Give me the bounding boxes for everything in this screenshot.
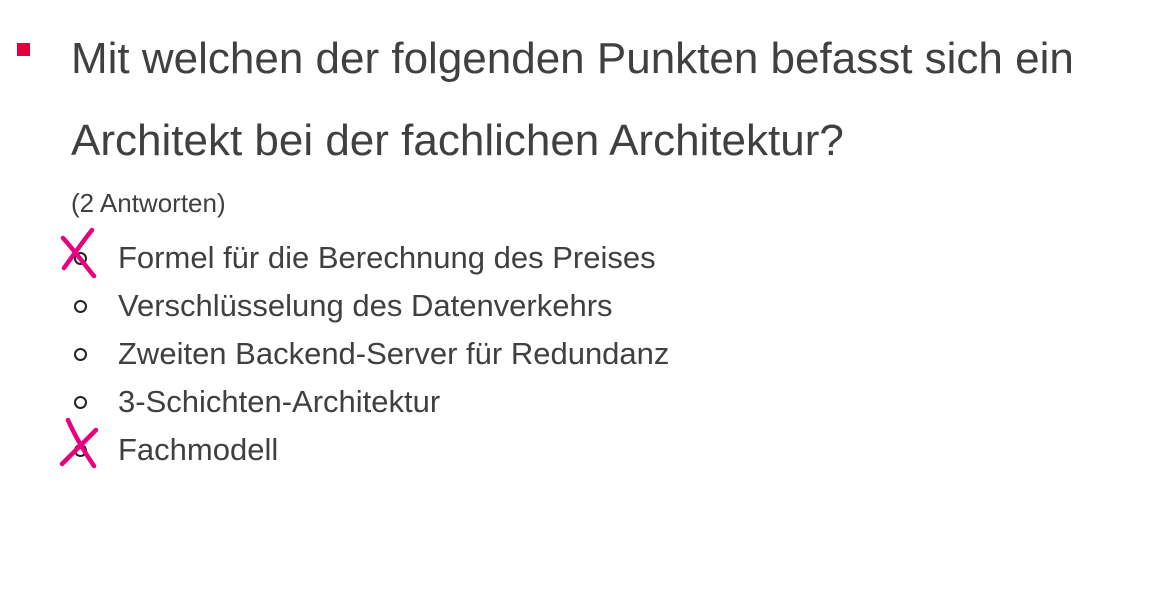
handwritten-x-icon xyxy=(59,417,99,469)
answer-option-label: Fachmodell xyxy=(118,432,279,467)
answer-option[interactable]: Zweiten Backend-Server für Redundanz xyxy=(0,330,900,378)
answer-count-hint: (2 Antworten) xyxy=(71,188,226,218)
answer-option-label: 3-Schichten-Architektur xyxy=(118,384,441,419)
circle-outline-icon xyxy=(74,348,87,361)
answer-option-label: Verschlüsselung des Datenverkehrs xyxy=(118,288,613,323)
handwritten-x-icon xyxy=(60,227,97,279)
answer-options-list: Formel für die Berechnung des Preises Ve… xyxy=(0,227,900,474)
circle-outline-icon xyxy=(74,300,87,313)
question-text: Mit welchen der folgenden Punkten befass… xyxy=(71,34,1074,165)
square-bullet-icon xyxy=(17,43,30,56)
answer-option-label: Zweiten Backend-Server für Redundanz xyxy=(118,336,670,371)
answer-option[interactable]: Fachmodell xyxy=(0,417,900,474)
answer-option[interactable]: 3-Schichten-Architektur xyxy=(0,378,900,426)
slide: Mit welchen der folgenden Punkten befass… xyxy=(0,0,1171,606)
answer-option[interactable]: Formel für die Berechnung des Preises xyxy=(0,227,900,282)
answer-option[interactable]: Verschlüsselung des Datenverkehrs xyxy=(0,282,900,330)
circle-outline-icon xyxy=(74,396,87,409)
answer-option-label: Formel für die Berechnung des Preises xyxy=(118,240,656,275)
